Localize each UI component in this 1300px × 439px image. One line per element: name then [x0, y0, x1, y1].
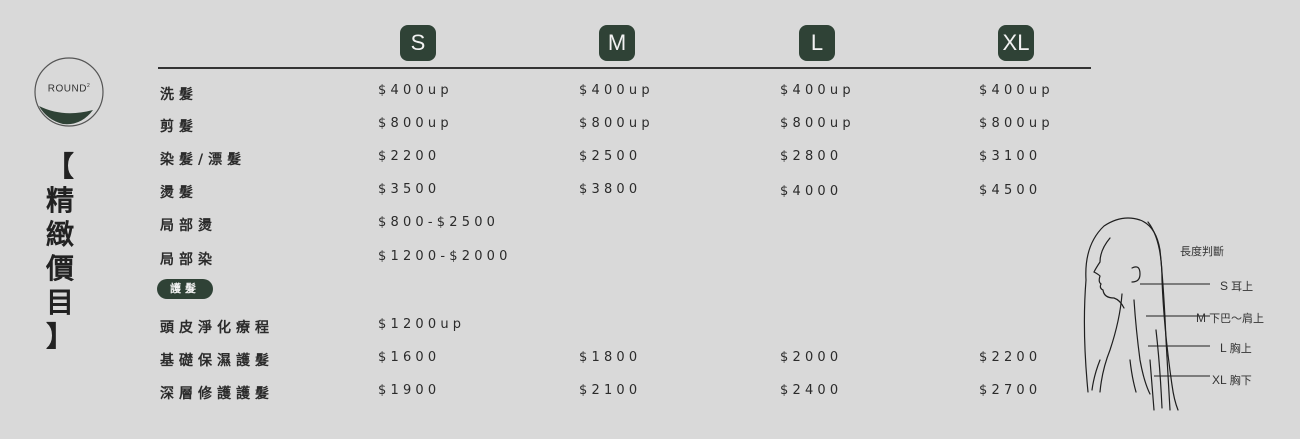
price-cell: $2000: [780, 350, 843, 365]
brand-logo: ROUND2: [33, 56, 105, 128]
hair-length-illustration-icon: [1083, 217, 1210, 411]
title-char: 【: [45, 150, 74, 183]
brand-name: ROUND2: [47, 83, 91, 95]
price-cell: $2800: [780, 149, 843, 164]
service-name: 頭皮淨化療程: [160, 320, 274, 336]
price-cell: $2200: [979, 350, 1042, 365]
care-section-badge: 護髮: [157, 279, 213, 299]
size-header-l: L: [799, 25, 835, 61]
service-name: 局部染: [160, 252, 217, 268]
size-header-m: M: [599, 25, 635, 61]
price-cell: $4000: [780, 184, 843, 199]
price-cell: $1200up: [378, 317, 466, 332]
service-name: 深層修護護髮: [160, 386, 274, 402]
price-cell: $400up: [378, 83, 453, 98]
service-name: 洗髮: [160, 87, 198, 103]
size-header-s: S: [400, 25, 436, 61]
title-char: 】: [45, 320, 74, 353]
price-cell: $4500: [979, 183, 1042, 198]
price-cell: $1800: [579, 350, 642, 365]
price-cell: $1200-$2000: [378, 249, 512, 264]
price-cell: $800up: [979, 116, 1054, 131]
price-cell: $400up: [780, 83, 855, 98]
size-header-xl: XL: [998, 25, 1034, 61]
price-cell: $800-$2500: [378, 215, 500, 230]
service-name: 燙髮: [160, 185, 198, 201]
length-guide-item-l: L 胸上: [1220, 341, 1252, 355]
length-guide-item-xl: XL 胸下: [1212, 373, 1252, 387]
price-cell: $2200: [378, 149, 441, 164]
price-cell: $1600: [378, 350, 441, 365]
title-char: 價: [45, 252, 74, 285]
page-title: 【 精 緻 價 目 】: [40, 150, 80, 354]
length-guide-item-s: S 耳上: [1220, 279, 1254, 293]
title-char: 緻: [45, 218, 74, 251]
price-cell: $2100: [579, 383, 642, 398]
title-char: 精: [45, 184, 74, 217]
length-guide-item-m: M 下巴～肩上: [1196, 311, 1265, 325]
price-cell: $1900: [378, 383, 441, 398]
price-cell: $3500: [378, 182, 441, 197]
price-cell: $400up: [979, 83, 1054, 98]
service-name: 基礎保濕護髮: [160, 353, 274, 369]
service-name: 染髮/漂髮: [160, 152, 247, 168]
title-char: 目: [45, 286, 74, 319]
service-name: 局部燙: [160, 218, 217, 234]
price-cell: $800up: [378, 116, 453, 131]
header-divider: [158, 67, 1091, 69]
price-cell: $2700: [979, 383, 1042, 398]
price-cell: $800up: [579, 116, 654, 131]
length-guide-title: 長度判斷: [1180, 246, 1224, 258]
service-name: 剪髮: [160, 119, 198, 135]
price-cell: $400up: [579, 83, 654, 98]
price-cell: $2500: [579, 149, 642, 164]
price-cell: $3800: [579, 182, 642, 197]
price-cell: $3100: [979, 149, 1042, 164]
price-cell: $800up: [780, 116, 855, 131]
price-cell: $2400: [780, 383, 843, 398]
